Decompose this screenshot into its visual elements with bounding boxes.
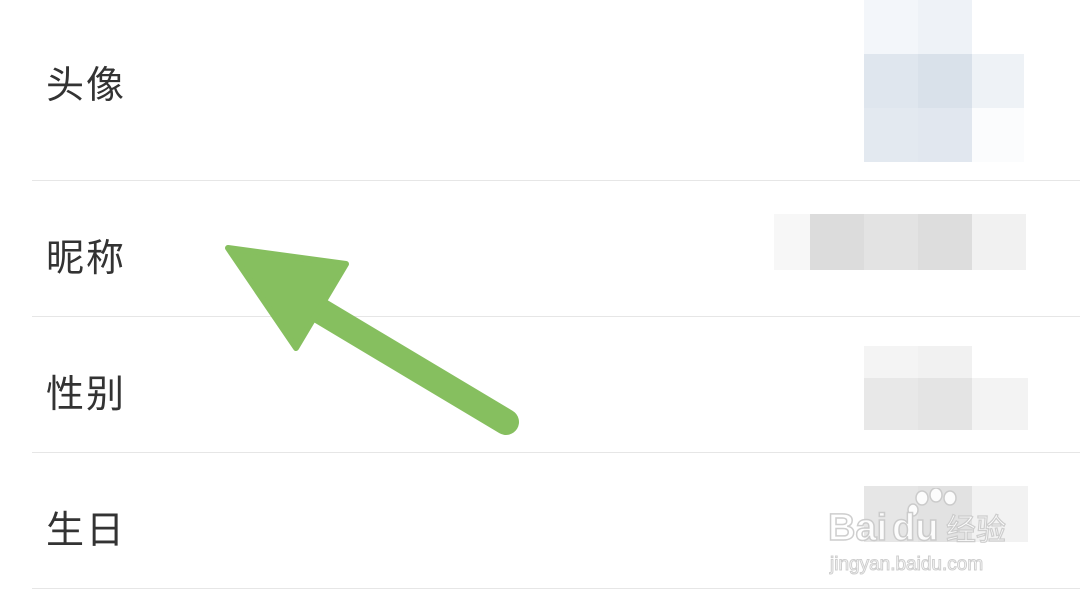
nickname-label: 昵称: [46, 236, 127, 280]
avatar-label: 头像: [46, 63, 127, 107]
gender-value-blurred: [864, 346, 1028, 430]
row-divider: [32, 588, 1080, 589]
avatar-row[interactable]: 头像: [0, 0, 1080, 181]
avatar-image-blurred[interactable]: [864, 0, 1024, 162]
baidu-paw-logo-icon: Bai du 经验 jingyan.baidu.com: [827, 487, 1007, 576]
watermark-subtext: jingyan.baidu.com: [829, 554, 983, 575]
svg-text:du: du: [892, 507, 938, 549]
gender-row[interactable]: 性别: [0, 317, 1080, 452]
baidu-watermark: Bai du 经验 jingyan.baidu.com: [826, 487, 1026, 578]
nickname-value-blurred: [774, 214, 1026, 270]
gender-label: 性别: [46, 372, 127, 416]
birthday-label: 生日: [46, 508, 127, 552]
watermark-text: Bai: [828, 507, 887, 549]
profile-settings-screen: 头像 昵称 性别 生日 Bai du 经验 jingyan.baidu.com: [0, 0, 1080, 600]
nickname-row[interactable]: 昵称: [0, 181, 1080, 316]
svg-text:经验: 经验: [946, 513, 1006, 548]
